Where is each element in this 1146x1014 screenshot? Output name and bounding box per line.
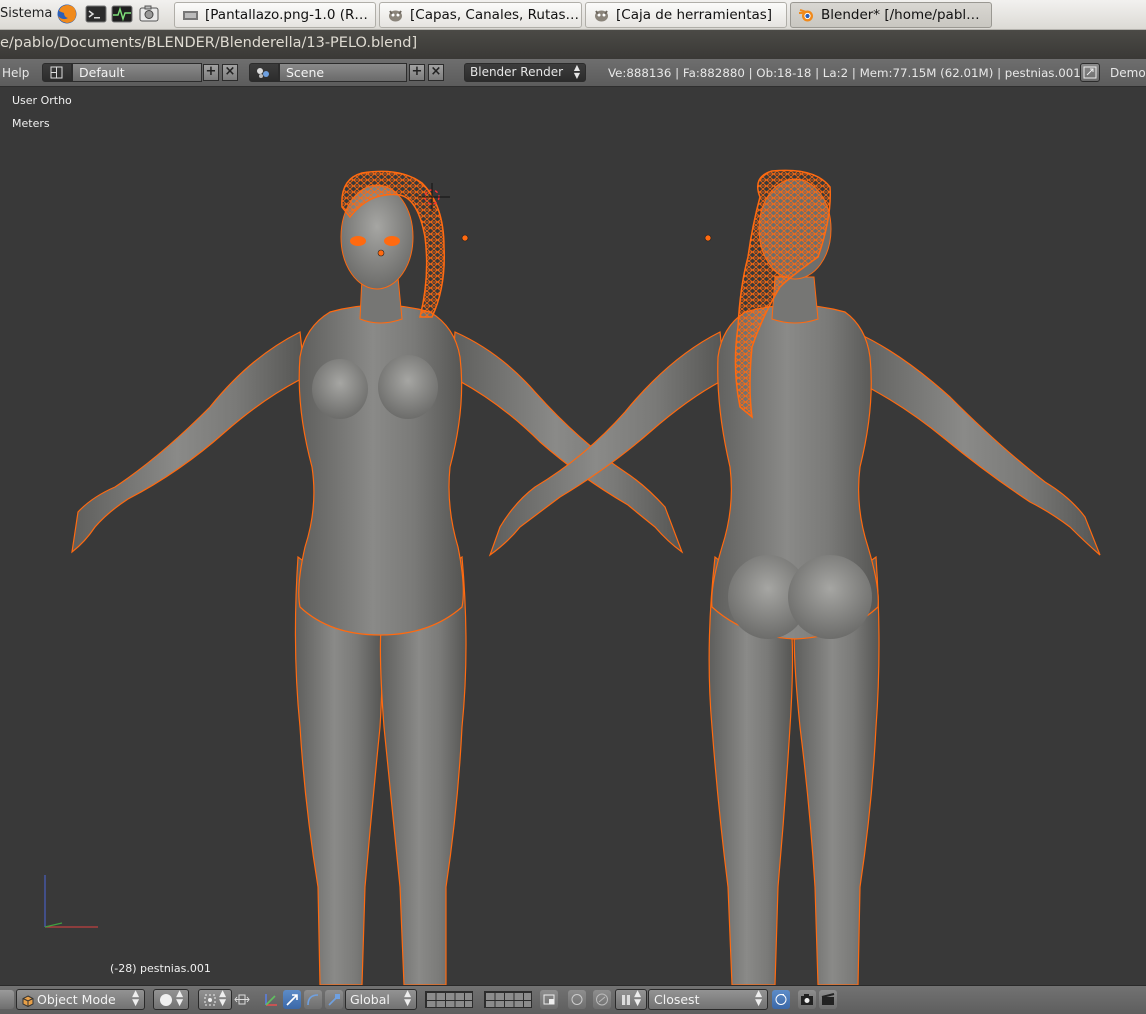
image-icon <box>182 7 199 23</box>
render-only-icon[interactable] <box>568 990 586 1009</box>
scale-manipulator-icon[interactable] <box>325 990 343 1009</box>
pivot-point-dropdown[interactable]: ▲ ▼ <box>198 989 232 1010</box>
cube-icon <box>22 993 34 1012</box>
3d-viewport[interactable]: User Ortho Meters (-28) pestnias.001 <box>0 87 1146 985</box>
screenshot-icon[interactable] <box>137 3 161 25</box>
layer-lock-icon[interactable] <box>540 990 558 1009</box>
render-engine-label: Blender Render <box>470 65 564 79</box>
taskbar-item-label: Blender* [/home/pabl… <box>821 7 980 23</box>
object-origin-marker[interactable] <box>377 249 385 257</box>
dropdown-arrows-icon: ▲ ▼ <box>404 989 411 1008</box>
sphere-shading-icon <box>160 994 172 1006</box>
viewport-shading-dropdown[interactable]: ▲ ▼ <box>153 989 189 1010</box>
firefox-icon[interactable] <box>55 3 79 25</box>
front-figure-mesh[interactable] <box>71 170 684 985</box>
gimp-icon <box>593 7 610 23</box>
add-scene-button[interactable]: + <box>409 64 425 81</box>
taskbar-item-capas[interactable]: [Capas, Canales, Rutas… <box>379 2 582 28</box>
demo-label: Demo <box>1110 66 1146 80</box>
translate-manipulator-icon[interactable] <box>283 990 301 1009</box>
layer-buttons-group-2[interactable] <box>484 991 532 1008</box>
lamp-marker[interactable] <box>704 234 712 242</box>
rotate-manipulator-icon[interactable] <box>304 990 322 1009</box>
taskbar-item-caja-herramientas[interactable]: [Caja de herramientas] <box>585 2 787 28</box>
axis-gizmo-icon <box>44 875 98 928</box>
delete-scene-button[interactable]: × <box>428 64 444 81</box>
mode-label: Object Mode <box>37 992 116 1007</box>
screen: Sistema [Pantallazo.png-1.0 (R… [Capas, … <box>0 0 1146 1014</box>
delete-screen-button[interactable]: × <box>222 64 238 81</box>
snap-rotation-icon[interactable] <box>772 990 790 1009</box>
scene-icon[interactable] <box>249 63 279 82</box>
snap-element-icon <box>620 993 632 1012</box>
opengl-render-animation-icon[interactable] <box>819 990 837 1009</box>
editor-type-icon[interactable] <box>0 990 14 1009</box>
system-panel: Sistema [Pantallazo.png-1.0 (R… [Capas, … <box>0 0 1146 30</box>
opengl-render-icon[interactable] <box>798 990 816 1009</box>
add-screen-button[interactable]: + <box>203 64 219 81</box>
3d-view-header: Object Mode ▲ ▼ ▲ ▼ ▲ ▼ Global ▲ ▼ ▲ ▼ C… <box>0 985 1146 1014</box>
fullscreen-icon[interactable] <box>1080 63 1100 82</box>
lamp-marker[interactable] <box>461 234 469 242</box>
layer-buttons-group-1[interactable] <box>425 991 473 1008</box>
active-object-info: (-28) pestnias.001 <box>110 962 211 975</box>
system-monitor-icon[interactable] <box>110 3 134 25</box>
terminal-icon[interactable] <box>84 3 108 25</box>
gimp-icon <box>387 7 404 23</box>
snap-element-dropdown[interactable]: ▲ ▼ <box>615 989 647 1010</box>
dropdown-arrows-icon: ▲ ▼ <box>176 989 183 1008</box>
pivot-icon <box>203 993 217 1012</box>
scene-render <box>44 169 1101 985</box>
dropdown-arrows-icon: ▲ ▼ <box>634 989 641 1008</box>
screen-layout-field[interactable]: Default <box>72 63 202 82</box>
scene-field[interactable]: Scene <box>279 63 407 82</box>
snap-target-dropdown[interactable]: Closest ▲ ▼ <box>648 989 768 1010</box>
manipulate-center-icon[interactable] <box>233 990 251 1009</box>
dropdown-arrows-icon: ▲ ▼ <box>573 63 580 80</box>
proportional-editing-icon[interactable] <box>593 990 611 1009</box>
window-title: e/pablo/Documents/BLENDER/Blenderella/13… <box>0 35 418 51</box>
dropdown-arrows-icon: ▲ ▼ <box>755 989 762 1008</box>
back-figure-mesh[interactable] <box>488 169 1101 985</box>
transform-manipulator-icon[interactable] <box>262 990 280 1009</box>
window-title-bar: e/pablo/Documents/BLENDER/Blenderella/13… <box>0 30 1146 59</box>
screen-layout-icon[interactable] <box>42 63 72 82</box>
taskbar-item-blender[interactable]: Blender* [/home/pabl… <box>790 2 992 28</box>
taskbar-item-label: [Pantallazo.png-1.0 (R… <box>205 7 368 23</box>
dropdown-arrows-icon: ▲ ▼ <box>219 989 226 1008</box>
help-menu[interactable]: Help <box>2 66 29 80</box>
snap-target-label: Closest <box>654 992 700 1007</box>
taskbar-item-pantallazo[interactable]: [Pantallazo.png-1.0 (R… <box>174 2 376 28</box>
info-header: Help Default + × Scene + × Blender Rende… <box>0 59 1146 87</box>
blender-icon <box>798 7 815 23</box>
transform-orientation-label: Global <box>350 992 390 1007</box>
taskbar-item-label: [Caja de herramientas] <box>616 7 773 23</box>
dropdown-arrows-icon: ▲ ▼ <box>132 989 139 1008</box>
taskbar-item-label: [Capas, Canales, Rutas… <box>410 7 580 23</box>
transform-orientation-dropdown[interactable]: Global ▲ ▼ <box>345 989 417 1010</box>
mode-dropdown[interactable]: Object Mode ▲ ▼ <box>16 989 145 1010</box>
render-engine-dropdown[interactable]: Blender Render ▲ ▼ <box>464 63 586 82</box>
scene-statistics: Ve:888136 | Fa:882880 | Ob:18-18 | La:2 … <box>608 66 1081 80</box>
system-menu[interactable]: Sistema <box>0 6 52 21</box>
